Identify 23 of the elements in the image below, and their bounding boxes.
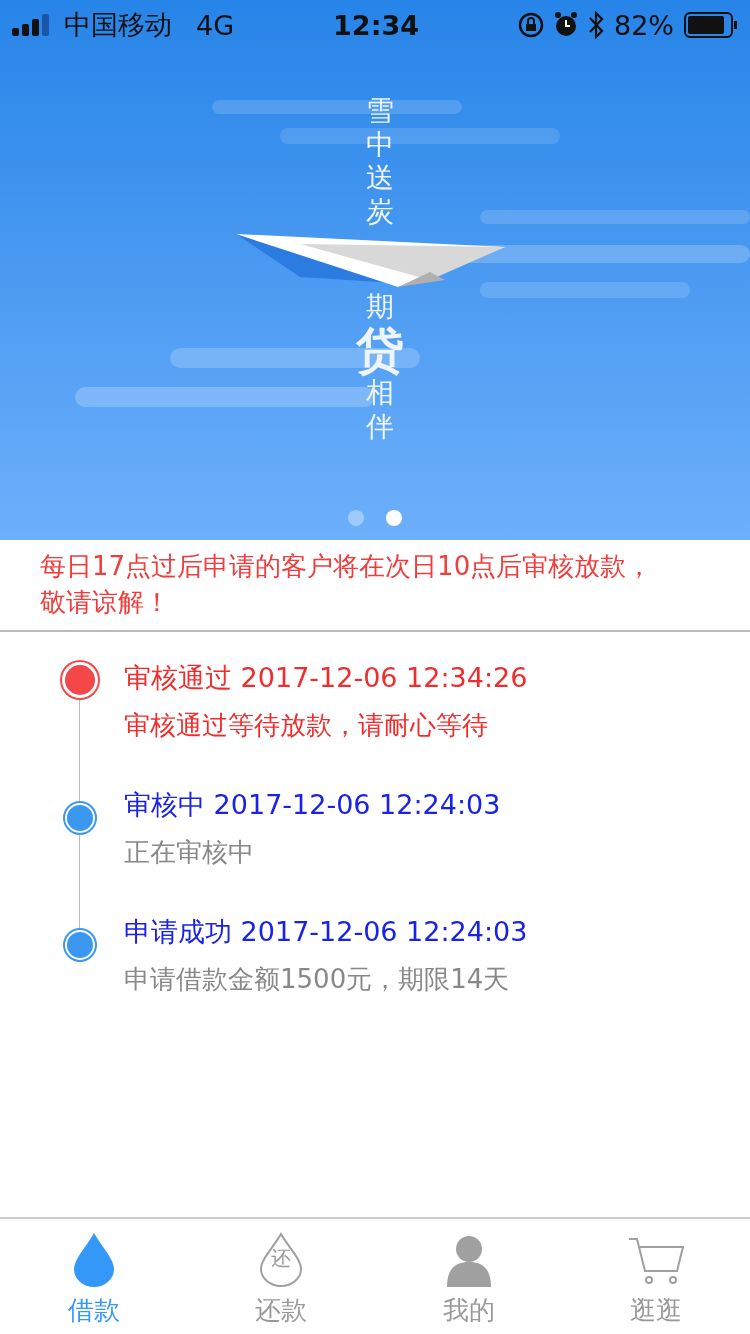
rotation-lock-icon (518, 12, 544, 38)
page-dot[interactable] (348, 510, 364, 526)
carrier-name: 中国移动 (64, 8, 172, 42)
network-type: 4G (196, 9, 235, 41)
person-icon (446, 1235, 491, 1287)
battery-icon (684, 12, 738, 38)
paper-plane-icon (236, 232, 506, 288)
step-description: 正在审核中 (124, 836, 255, 869)
cart-icon (627, 1235, 686, 1287)
clock-time: 12:34 (333, 9, 420, 41)
bluetooth-icon (588, 11, 604, 39)
notice-text: 每日17点过后申请的客户将在次日10点后审核放款，敬请谅解！ (0, 540, 750, 632)
battery-percent: 82% (614, 9, 674, 41)
drop-icon (71, 1231, 116, 1287)
slogan-text: 期贷相伴 (355, 290, 405, 444)
alarm-icon (554, 12, 578, 38)
slogan-text: 雪中送炭 (365, 94, 395, 229)
step-title: 申请成功 2017-12-06 12:24:03 (124, 915, 528, 949)
step-description: 申请借款金额1500元，期限14天 (124, 963, 511, 996)
step-description: 审核通过等待放款，请耐心等待 (124, 709, 489, 742)
page-dot[interactable] (386, 510, 402, 526)
step-title: 审核中 2017-12-06 12:24:03 (124, 788, 501, 822)
step-title: 审核通过 2017-12-06 12:34:26 (124, 661, 528, 695)
